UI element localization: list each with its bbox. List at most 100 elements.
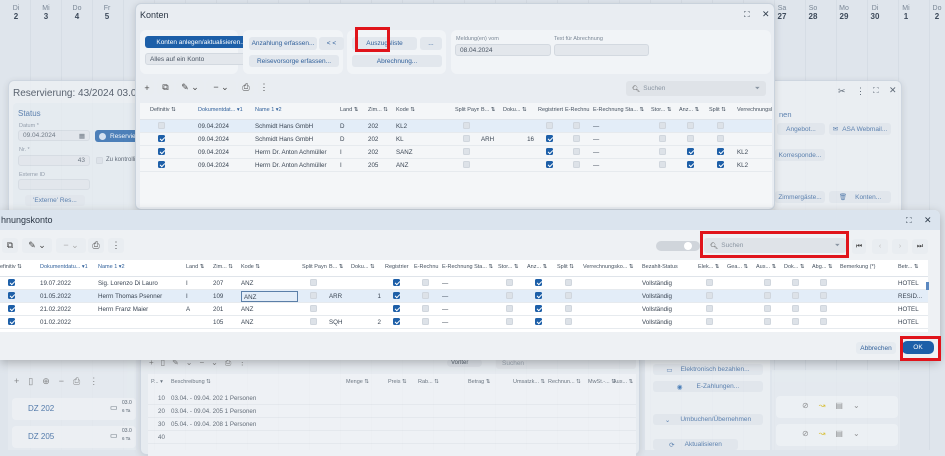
row-checkbox[interactable] [310,318,317,325]
more-icon[interactable]: ⋮ [856,86,865,97]
print-button[interactable]: ⎙ [88,238,104,253]
row-checkbox[interactable] [506,318,513,325]
dialog-search-input[interactable]: 🔍︎ Suchen ⏷ [704,238,846,253]
text-field[interactable] [554,44,649,56]
column-header[interactable]: MwSt.-... ⇅ [588,379,616,385]
abrechnung-button[interactable]: Abrechnung... [352,55,442,67]
row-checkbox[interactable] [546,122,553,129]
table-row[interactable]: 19.07.2022 Sig. Lorenzo Di Lauro I 207 ANZ — V… [0,277,928,290]
row-checkbox[interactable] [393,305,400,312]
row-checkbox[interactable] [687,135,694,142]
row-checkbox[interactable] [463,122,470,129]
row-checkbox[interactable] [659,135,666,142]
column-header[interactable]: Land ⇅ [340,107,366,113]
column-header[interactable]: Anz... ⇅ [679,107,707,113]
column-header[interactable]: Preis ⇅ [388,379,407,385]
calendar-day[interactable]: Mi 1 [892,5,920,21]
row-checkbox[interactable] [764,292,771,299]
maximize-icon[interactable]: ⛶ [873,86,879,96]
column-header[interactable]: Gea... ⇅ [727,264,754,270]
tools-icon[interactable]: ✂ [838,86,846,97]
row-checkbox[interactable] [422,279,429,286]
row-checkbox[interactable] [687,161,694,168]
remove-button[interactable]: − ⌄ [56,238,86,253]
column-header[interactable]: Split Payn [302,264,327,270]
close-icon[interactable]: ✕ [762,9,770,20]
prev-page-button[interactable]: ‹ [872,239,888,254]
zimmergaeste-button[interactable]: Zimmergäste... [775,191,825,203]
row-checkbox[interactable] [535,318,542,325]
column-header[interactable]: efinitiv ⇅ [0,264,38,270]
column-header[interactable]: Verrechnungsko... ⇅ [583,264,640,270]
column-header[interactable]: Menge ⇅ [346,379,369,385]
row-checkbox[interactable] [310,292,317,299]
auszugsliste-button[interactable]: Auszugsliste [352,37,417,50]
row-checkbox[interactable] [717,122,724,129]
row-checkbox[interactable] [422,318,429,325]
row-checkbox[interactable] [573,148,580,155]
table-row[interactable]: 09.04.2024 Herrn Dr. Anton Achmüller I 202 S… [140,146,772,159]
table-row[interactable]: 10 03.04. - 09.04. 202 1 Personen [148,392,636,405]
row-checkbox[interactable] [764,318,771,325]
row-checkbox[interactable] [820,292,827,299]
row-checkbox[interactable] [8,279,15,286]
row-checkbox[interactable] [717,148,724,155]
row-checkbox[interactable] [706,279,713,286]
table-row[interactable]: 21.02.2022 Herrn Franz Maier A 201 ANZ — Volls… [0,303,928,316]
calendar-day[interactable]: Mo 29 [830,5,858,21]
row-checkbox[interactable] [506,279,513,286]
anzahlung-button[interactable]: Anzahlung erfassen... [249,37,317,50]
column-header[interactable]: E-Rechnu [414,264,440,270]
row-checkbox[interactable] [717,135,724,142]
row-checkbox[interactable] [792,292,799,299]
calendar-day[interactable]: Do 2 [923,5,945,21]
row-checkbox[interactable] [659,122,666,129]
column-header[interactable]: Beschreibung ⇅ [171,379,211,385]
column-header[interactable]: Split Paym [455,107,479,113]
row-checkbox[interactable] [463,148,470,155]
add-button[interactable]: + [140,80,154,95]
column-header[interactable]: Kode ⇅ [241,264,300,270]
reisevorsorge-button[interactable]: Reisevorsorge erfassen... [249,55,339,67]
column-header[interactable]: Verrechnungsl [737,107,778,113]
column-header[interactable]: Dokumentdat... ▾1 [198,107,253,113]
table-row[interactable]: 20 03.04. - 09.04. 205 1 Personen [148,405,636,418]
row-checkbox[interactable] [573,161,580,168]
row-checkbox[interactable] [706,292,713,299]
row-checkbox[interactable] [820,318,827,325]
calendar-day[interactable]: Fr 5 [93,5,121,21]
mode-select[interactable]: Alles auf ein Konto⌄ [145,53,257,65]
column-header[interactable]: Bezahlt-Status [642,264,696,270]
row-checkbox[interactable] [546,161,553,168]
column-header[interactable]: Registrier [385,264,412,270]
last-page-button[interactable]: ⏭ [912,239,928,254]
calendar-day[interactable]: Mi 3 [32,5,60,21]
column-header[interactable]: Kode ⇅ [396,107,453,113]
filter-icon[interactable]: ⏷ [835,242,840,250]
table-row[interactable]: 01.02.2022 105 ANZ SQH 2 — Vollständig HOTEL [0,316,928,329]
column-header[interactable]: Umsatzk... ⇅ [513,379,545,385]
row-checkbox[interactable] [659,161,666,168]
elektronisch-bezahlen-button[interactable]: ▭ Elektronisch bezahlen... [653,364,763,375]
e-zahlungen-button[interactable]: ◉ E-Zahlungen... [653,381,763,392]
column-header[interactable]: Rab... ⇅ [418,379,439,385]
external-reservation-button[interactable]: 'Externe' Res... [25,195,85,206]
room-card[interactable]: DZ 202 ▭ 03.0 6 Ta [12,398,136,420]
table-row[interactable]: 09.04.2024 Schmidt Hans GmbH D 202 KL ARH 16 — [140,133,772,146]
angebot-button[interactable]: Angebot... [777,123,825,135]
aktualisieren-button[interactable]: ⟳ Aktualisieren [653,439,738,450]
edit-button[interactable]: ✎ ⌄ [22,238,52,253]
row-checkbox[interactable] [393,279,400,286]
row-checkbox[interactable] [535,305,542,312]
row-checkbox[interactable] [659,148,666,155]
row-checkbox[interactable] [158,148,165,155]
row-checkbox[interactable] [565,292,572,299]
collapse-button[interactable]: < < [319,37,344,50]
filter-toggle[interactable] [656,241,700,251]
maximize-icon[interactable]: ⛶ [906,216,912,226]
column-header[interactable]: Zim... ⇅ [368,107,394,113]
column-header[interactable]: Anz... ⇅ [527,264,555,270]
more-button[interactable]: ... [420,37,442,50]
copy-button[interactable]: ⧉ [157,80,174,95]
row-checkbox[interactable] [792,318,799,325]
